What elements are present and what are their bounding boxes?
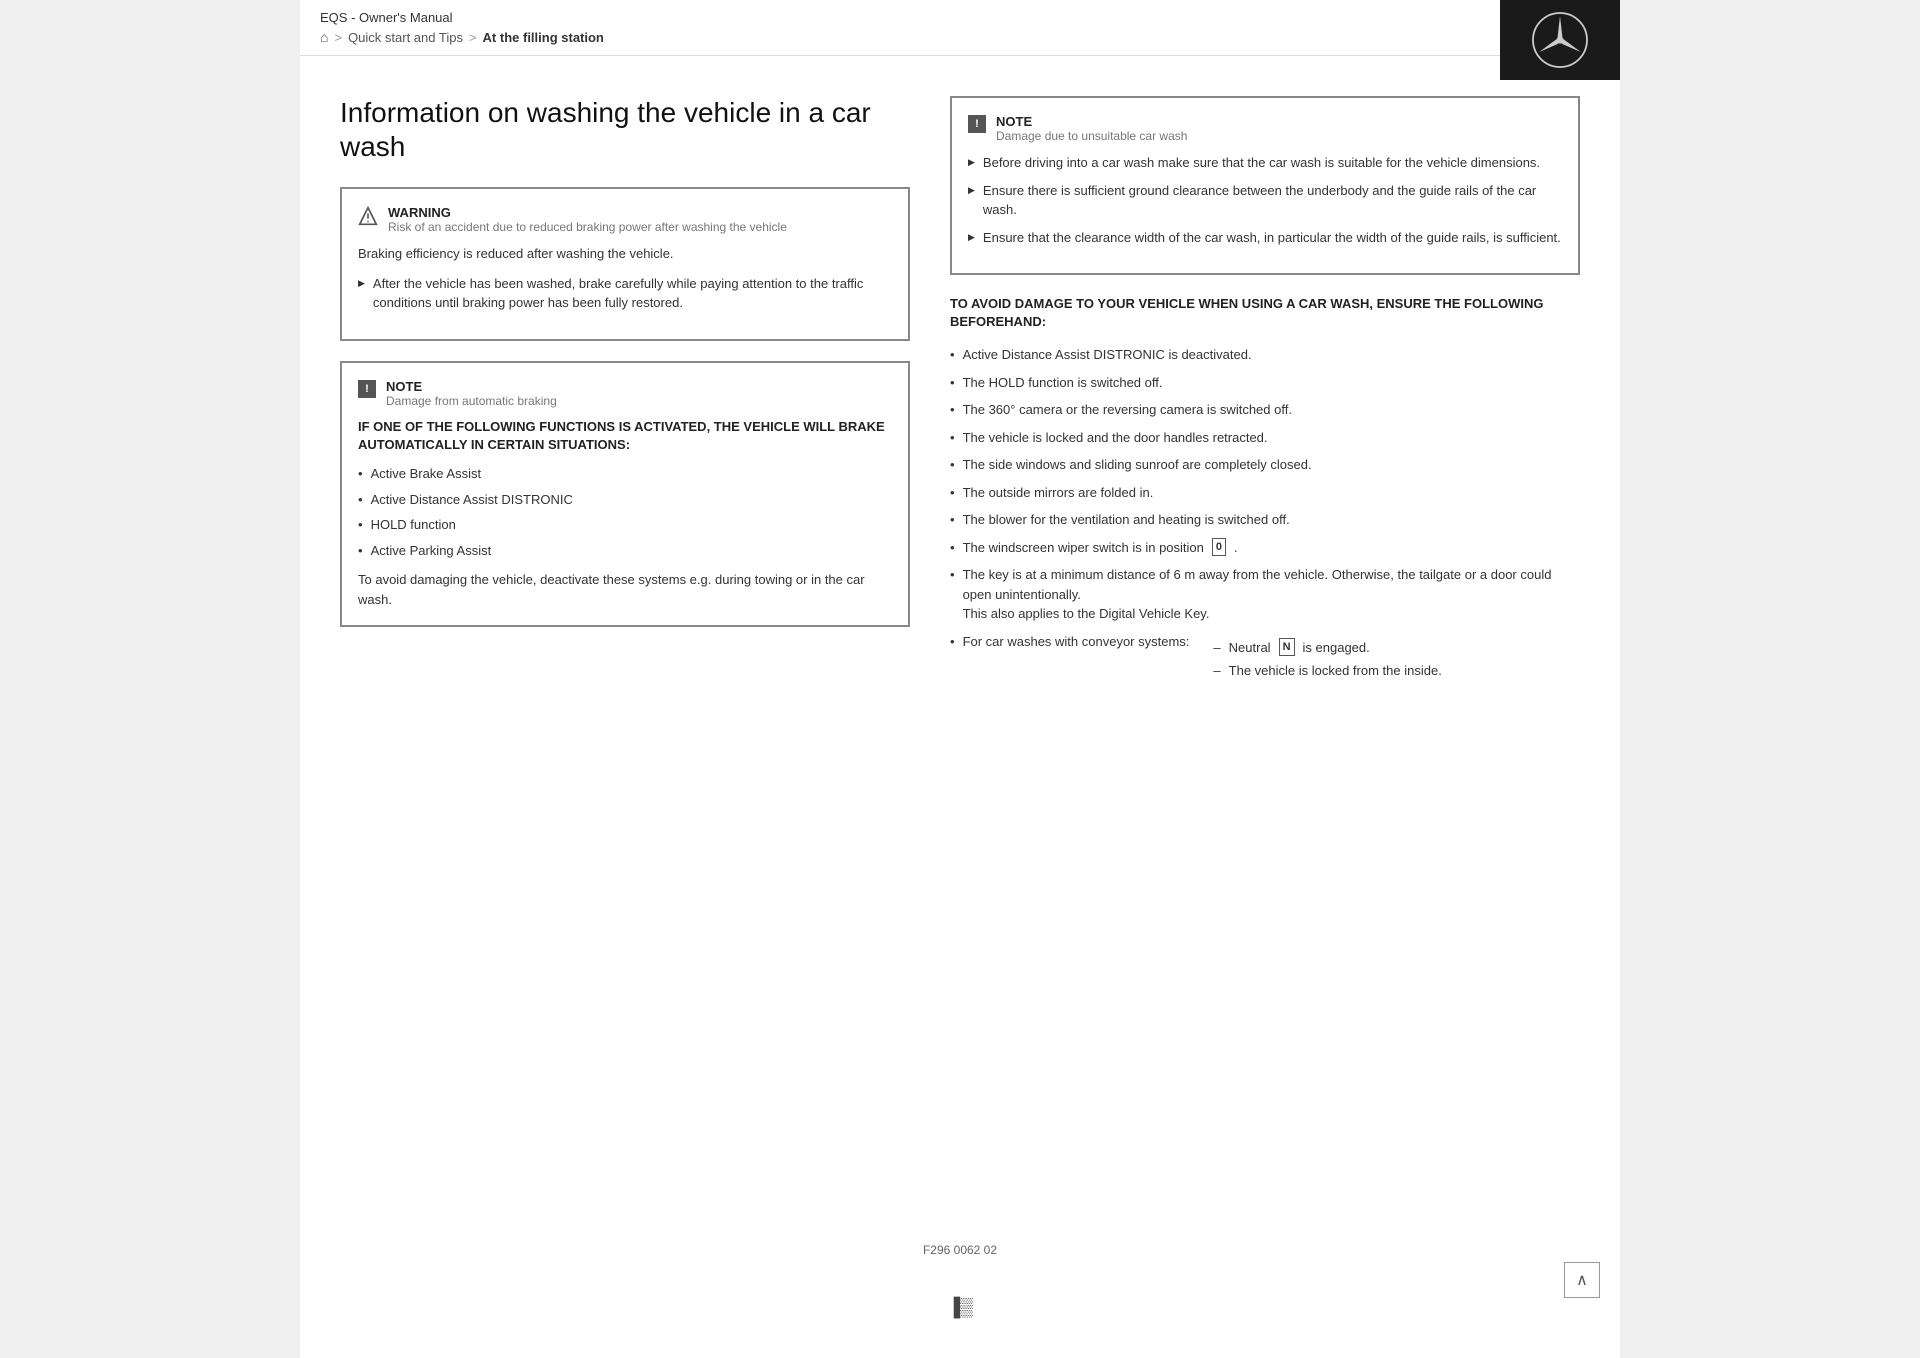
list-item: The vehicle is locked from the inside.	[1213, 661, 1441, 681]
list-item: The 360° camera or the reversing camera …	[950, 400, 1580, 420]
breadcrumb: ⌂ > Quick start and Tips > At the fillin…	[320, 29, 604, 45]
header-left: EQS - Owner's Manual ⌂ > Quick start and…	[320, 10, 604, 45]
note-right-arrow-list: Before driving into a car wash make sure…	[968, 153, 1562, 247]
scroll-up-button[interactable]: ∧	[1564, 1262, 1600, 1298]
note-icon: !	[358, 380, 376, 398]
list-item: The vehicle is locked and the door handl…	[950, 428, 1580, 448]
list-item: Active Distance Assist DISTRONIC is deac…	[950, 345, 1580, 365]
warning-subtitle: Risk of an accident due to reduced braki…	[388, 220, 787, 234]
list-item: The outside mirrors are folded in.	[950, 483, 1580, 503]
breadcrumb-sep-2: >	[469, 30, 477, 45]
warning-arrow-list: After the vehicle has been washed, brake…	[358, 274, 892, 313]
left-column: Information on washing the vehicle in a …	[340, 96, 910, 695]
page-wrapper: EQS - Owner's Manual ⌂ > Quick start and…	[300, 0, 1620, 1358]
inline-box-0: 0	[1212, 538, 1226, 557]
note-right-subtitle: Damage due to unsuitable car wash	[996, 129, 1187, 143]
note-right-title: NOTE	[996, 114, 1187, 129]
note-title: NOTE	[386, 379, 557, 394]
note-right-title-group: NOTE Damage due to unsuitable car wash	[996, 114, 1187, 143]
main-content: Information on washing the vehicle in a …	[300, 56, 1620, 735]
bookmark-footer-icon[interactable]: ▐▒	[923, 1297, 997, 1318]
list-item: Active Parking Assist	[358, 541, 892, 561]
right-column: ! NOTE Damage due to unsuitable car wash…	[950, 96, 1580, 695]
warning-title-group: WARNING Risk of an accident due to reduc…	[388, 205, 787, 234]
warning-box: WARNING Risk of an accident due to reduc…	[340, 187, 910, 341]
list-item: The key is at a minimum distance of 6 m …	[950, 565, 1580, 624]
note-title-group: NOTE Damage from automatic braking	[386, 379, 557, 408]
sub-bullet-list: Neutral N is engaged. The vehicle is loc…	[1197, 638, 1441, 685]
list-item: Before driving into a car wash make sure…	[968, 153, 1562, 173]
list-item: Ensure there is sufficient ground cleara…	[968, 181, 1562, 220]
breadcrumb-current: At the filling station	[483, 30, 604, 45]
note-box-right-header: ! NOTE Damage due to unsuitable car wash	[968, 114, 1562, 143]
list-item: The HOLD function is switched off.	[950, 373, 1580, 393]
note-bold-text: IF ONE OF THE FOLLOWING FUNCTIONS IS ACT…	[358, 418, 892, 454]
note-box-right: ! NOTE Damage due to unsuitable car wash…	[950, 96, 1580, 275]
warning-title: WARNING	[388, 205, 787, 220]
list-item: Neutral N is engaged.	[1213, 638, 1441, 658]
inline-box-n: N	[1279, 638, 1295, 657]
page-heading: Information on washing the vehicle in a …	[340, 96, 910, 163]
warning-body: Braking efficiency is reduced after wash…	[358, 244, 892, 264]
warning-box-header: WARNING Risk of an accident due to reduc…	[358, 205, 892, 234]
list-item: After the vehicle has been washed, brake…	[358, 274, 892, 313]
breadcrumb-sep-1: >	[334, 30, 342, 45]
note-box-header: ! NOTE Damage from automatic braking	[358, 379, 892, 408]
list-item: HOLD function	[358, 515, 892, 535]
note-footer-text: To avoid damaging the vehicle, deactivat…	[358, 570, 892, 609]
avoid-heading: TO AVOID DAMAGE TO YOUR VEHICLE WHEN USI…	[950, 295, 1580, 331]
list-item: For car washes with conveyor systems: Ne…	[950, 632, 1580, 685]
list-item: The side windows and sliding sunroof are…	[950, 455, 1580, 475]
note-icon-right: !	[968, 115, 986, 133]
list-item: The blower for the ventilation and heati…	[950, 510, 1580, 530]
list-item: Ensure that the clearance width of the c…	[968, 228, 1562, 248]
list-item: Active Distance Assist DISTRONIC	[358, 490, 892, 510]
manual-title: EQS - Owner's Manual	[320, 10, 604, 25]
note-subtitle: Damage from automatic braking	[386, 394, 557, 408]
note-bullet-list: Active Brake Assist Active Distance Assi…	[358, 464, 892, 560]
warning-icon	[358, 206, 378, 226]
page-footer: F296 0062 02 ▐▒	[903, 1223, 1017, 1338]
main-bullet-list: Active Distance Assist DISTRONIC is deac…	[950, 345, 1580, 685]
header: EQS - Owner's Manual ⌂ > Quick start and…	[300, 0, 1620, 56]
note-box-left: ! NOTE Damage from automatic braking IF …	[340, 361, 910, 627]
logo-area	[1500, 0, 1620, 80]
mercedes-logo	[1530, 10, 1590, 70]
home-icon[interactable]: ⌂	[320, 29, 328, 45]
list-item: The windscreen wiper switch is in positi…	[950, 538, 1580, 558]
list-item: Active Brake Assist	[358, 464, 892, 484]
breadcrumb-link-1[interactable]: Quick start and Tips	[348, 30, 463, 45]
doc-code: F296 0062 02	[923, 1243, 997, 1257]
